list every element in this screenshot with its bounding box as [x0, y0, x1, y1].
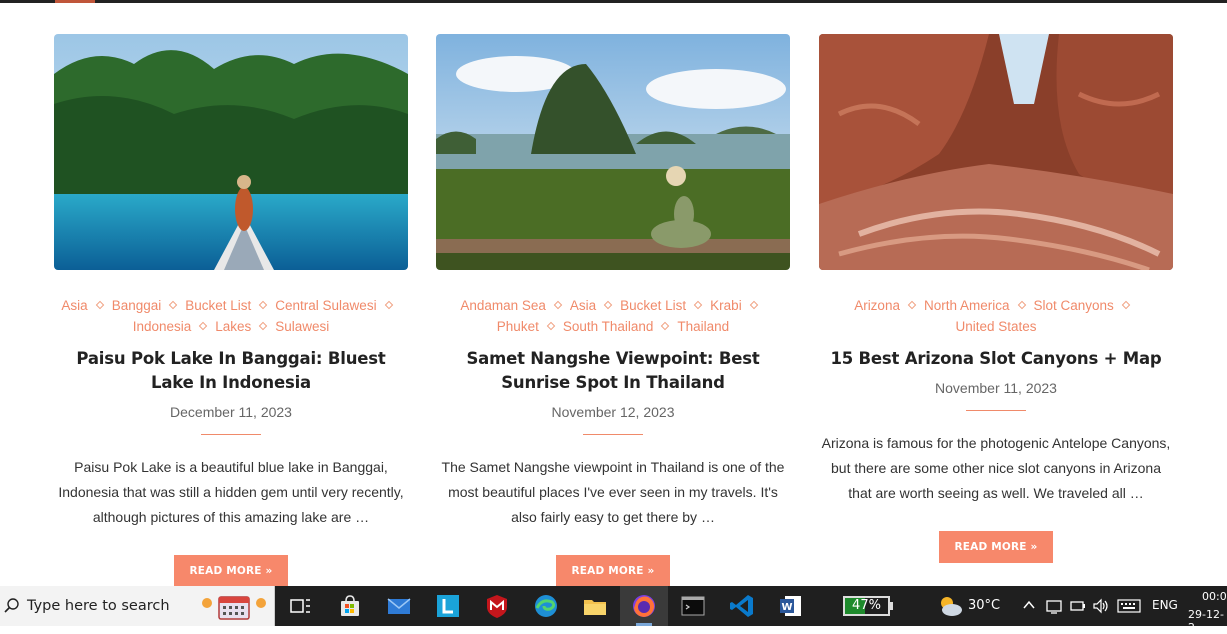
tag-separator: [603, 300, 613, 310]
divider: [583, 434, 643, 435]
tag-link[interactable]: Bucket List: [620, 298, 686, 313]
volume-icon[interactable]: [1092, 597, 1110, 615]
firefox-icon[interactable]: [630, 592, 658, 620]
tag-separator: [384, 300, 393, 310]
post-date: November 12, 2023: [551, 404, 675, 420]
temperature-label[interactable]: 30°C: [968, 598, 1000, 613]
post-card-2: Andaman Sea Asia Bucket List Krabi Phuket So…: [436, 34, 790, 587]
tag-separator: [546, 321, 556, 331]
post-date: December 11, 2023: [170, 404, 292, 420]
post-image-3[interactable]: [819, 34, 1173, 270]
search-placeholder: Type here to search: [27, 598, 170, 614]
mail-icon[interactable]: [385, 592, 413, 620]
battery-percent: 47%: [852, 598, 881, 613]
post-title[interactable]: Samet Nangshe Viewpoint: Best Sunrise Sp…: [436, 347, 790, 395]
tag-link[interactable]: United States: [955, 319, 1036, 334]
battery-nub: [890, 602, 893, 610]
post-tags-3: Arizona North America Slot Canyons United …: [819, 295, 1173, 337]
word-icon[interactable]: W: [777, 592, 805, 620]
task-view-icon[interactable]: [286, 592, 314, 620]
post-card-1: Asia Banggai Bucket List Central Sulawesi I…: [54, 34, 408, 587]
weather-icon[interactable]: [935, 594, 965, 618]
tag-separator: [1017, 300, 1026, 310]
tag-link[interactable]: Lakes: [215, 319, 251, 334]
read-more-button[interactable]: READ MORE »: [939, 531, 1053, 563]
tag-separator: [259, 321, 268, 331]
post-tags-1: Asia Banggai Bucket List Central Sulawesi I…: [54, 295, 408, 337]
chevron-up-icon[interactable]: [1022, 598, 1036, 612]
tag-separator: [553, 300, 563, 310]
battery-indicator[interactable]: 47%: [843, 596, 893, 616]
svg-text:W: W: [781, 602, 792, 613]
top-accent: [55, 0, 95, 3]
tag-separator: [259, 300, 268, 310]
keyboard-icon[interactable]: [1117, 598, 1141, 614]
divider: [201, 434, 261, 435]
calendar-icon: [202, 596, 266, 620]
clock-date[interactable]: 29-12-2: [1188, 608, 1227, 634]
vscode-icon[interactable]: [728, 592, 756, 620]
post-title[interactable]: 15 Best Arizona Slot Canyons + Map: [819, 347, 1173, 371]
tag-link[interactable]: South Thailand: [563, 319, 654, 334]
battery-tray-icon[interactable]: [1070, 598, 1086, 614]
post-excerpt: Paisu Pok Lake is a beautiful blue lake …: [58, 459, 404, 525]
tag-separator: [168, 300, 178, 310]
post-excerpt: The Samet Nangshe viewpoint in Thailand …: [441, 459, 785, 525]
tag-link[interactable]: Slot Canyons: [1034, 298, 1114, 313]
network-icon[interactable]: [1045, 597, 1063, 615]
search-icon: [4, 598, 19, 613]
tag-separator: [95, 300, 104, 310]
tag-separator: [661, 321, 670, 331]
post-date: November 11, 2023: [935, 380, 1057, 396]
read-more-button[interactable]: READ MORE »: [174, 555, 288, 587]
l-app-icon[interactable]: [434, 592, 462, 620]
taskbar-search-box[interactable]: Type here to search: [0, 586, 275, 626]
tag-link[interactable]: North America: [924, 298, 1010, 313]
divider: [966, 410, 1026, 411]
tag-link[interactable]: Phuket: [497, 319, 539, 334]
windows-taskbar: Type here to search W 47% 30°C ENG 00:0 …: [0, 586, 1227, 634]
tag-link[interactable]: Central Sulawesi: [275, 298, 376, 313]
read-more-button[interactable]: READ MORE »: [556, 555, 670, 587]
tag-link[interactable]: Arizona: [854, 298, 900, 313]
tag-separator: [199, 321, 208, 331]
tag-link[interactable]: Krabi: [710, 298, 742, 313]
post-tags-2: Andaman Sea Asia Bucket List Krabi Phuket So…: [436, 295, 790, 337]
language-indicator[interactable]: ENG: [1152, 598, 1178, 612]
post-image-1[interactable]: [54, 34, 408, 270]
tag-separator: [693, 300, 703, 310]
tag-link[interactable]: Banggai: [112, 298, 162, 313]
post-image-2[interactable]: [436, 34, 790, 270]
top-border: [0, 0, 1227, 3]
tag-link[interactable]: Bucket List: [185, 298, 251, 313]
tag-link[interactable]: Asia: [570, 298, 596, 313]
tag-link[interactable]: Thailand: [677, 319, 729, 334]
tag-link[interactable]: Andaman Sea: [460, 298, 546, 313]
post-excerpt: Arizona is famous for the photogenic Ant…: [821, 435, 1171, 501]
post-card-3: Arizona North America Slot Canyons United …: [819, 34, 1173, 563]
post-title[interactable]: Paisu Pok Lake In Banggai: Bluest Lake I…: [54, 347, 408, 395]
store-icon[interactable]: [336, 592, 364, 620]
tag-link[interactable]: Sulawesi: [275, 319, 329, 334]
mcafee-icon[interactable]: [483, 592, 511, 620]
tag-link[interactable]: Indonesia: [133, 319, 192, 334]
tag-separator: [749, 300, 758, 310]
tag-link[interactable]: Asia: [61, 298, 87, 313]
clock-time[interactable]: 00:0: [1202, 590, 1227, 603]
edge-icon[interactable]: [532, 592, 560, 620]
terminal-icon[interactable]: [679, 592, 707, 620]
file-explorer-icon[interactable]: [581, 592, 609, 620]
tag-separator: [1121, 300, 1131, 310]
tag-separator: [907, 300, 917, 310]
